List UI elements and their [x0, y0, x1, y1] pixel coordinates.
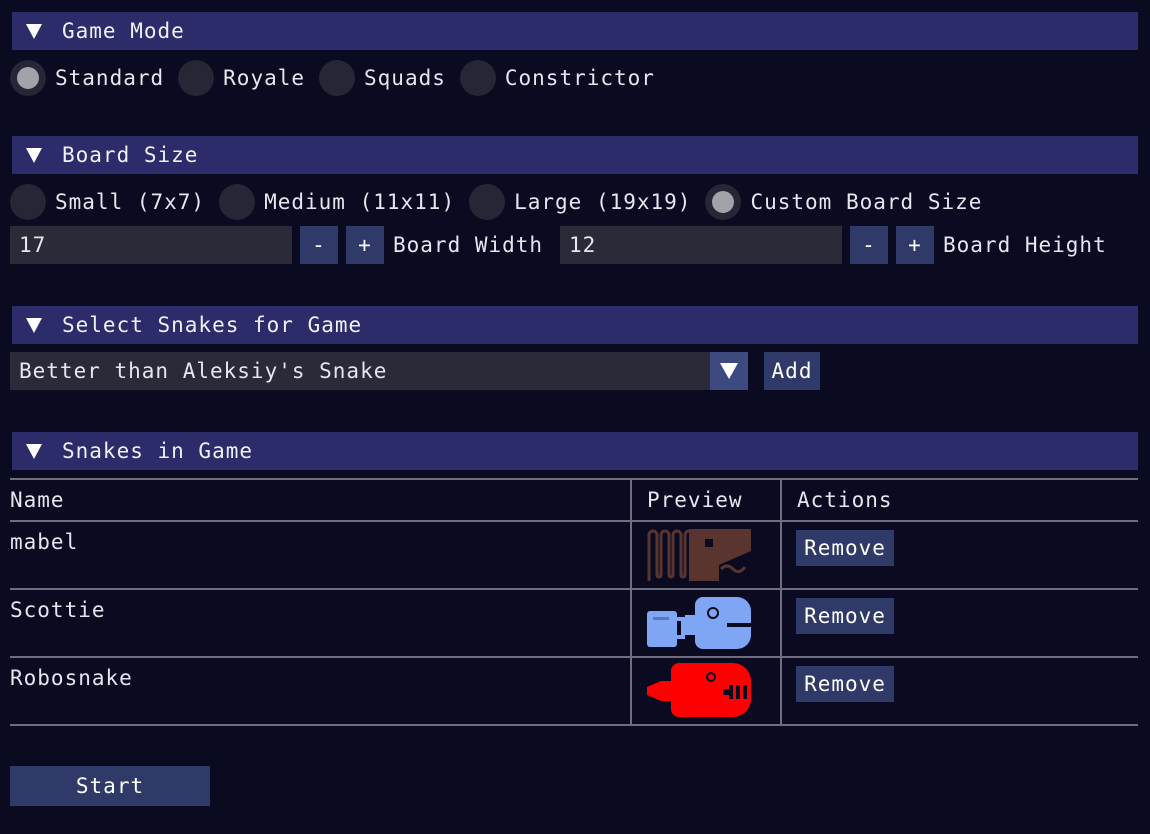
radio-empty-icon [319, 60, 356, 96]
column-header-preview: Preview [647, 488, 743, 512]
dropdown-arrow-button[interactable] [710, 352, 748, 390]
snake-name: Robosnake [10, 666, 133, 690]
snake-name: mabel [10, 530, 79, 554]
remove-button[interactable]: Remove [796, 530, 894, 566]
radio-constrictor[interactable]: Constrictor [459, 60, 655, 96]
table-border [10, 724, 1138, 726]
radio-squads[interactable]: Squads [319, 60, 446, 96]
table-border [780, 478, 782, 726]
radio-standard[interactable]: Standard [10, 60, 164, 96]
table-border [10, 656, 1138, 658]
snake-preview-mabel [647, 529, 751, 581]
board-height-decrement-button[interactable]: - [850, 226, 888, 264]
snakes-in-game-title: Snakes in Game [62, 439, 254, 463]
select-snakes-title: Select Snakes for Game [62, 313, 363, 337]
radio-label: Constrictor [504, 66, 655, 90]
radio-label: Small (7x7) [55, 190, 206, 214]
radio-label: Large (19x19) [514, 190, 692, 214]
column-header-actions: Actions [797, 488, 893, 512]
radio-label: Squads [364, 66, 446, 90]
snake-preview-scottie [647, 597, 751, 649]
collapse-triangle-icon [26, 443, 42, 459]
radio-empty-icon [219, 184, 256, 220]
select-snakes-header[interactable]: Select Snakes for Game [12, 306, 1138, 344]
radio-empty-icon [178, 60, 215, 96]
radio-medium[interactable]: Medium (11x11) [219, 184, 455, 220]
remove-button[interactable]: Remove [796, 666, 894, 702]
column-header-name: Name [10, 488, 65, 512]
snake-name: Scottie [10, 598, 106, 622]
radio-label: Royale [223, 66, 306, 90]
table-border [630, 478, 632, 726]
table-border [10, 520, 1138, 522]
radio-royale[interactable]: Royale [178, 60, 305, 96]
collapse-triangle-icon [26, 317, 42, 333]
board-height-input[interactable]: 12 [560, 226, 842, 264]
board-size-header[interactable]: Board Size [12, 136, 1138, 174]
add-snake-button[interactable]: Add [764, 352, 820, 390]
radio-empty-icon [10, 184, 46, 220]
board-height-label: Board Height [943, 233, 1107, 257]
collapse-triangle-icon [26, 147, 42, 163]
snake-select-dropdown[interactable]: Better than Aleksiy's Snake [10, 352, 710, 390]
table-border [10, 478, 1138, 480]
game-mode-header[interactable]: Game Mode [12, 12, 1138, 50]
radio-custom[interactable]: Custom Board Size [705, 184, 982, 220]
table-border [10, 588, 1138, 590]
snakes-in-game-header[interactable]: Snakes in Game [12, 432, 1138, 470]
board-width-increment-button[interactable]: + [346, 226, 384, 264]
board-width-label: Board Width [393, 233, 544, 257]
snake-game-setup: Game Mode Standard Royale Squads Constri… [0, 0, 1150, 834]
radio-empty-icon [469, 184, 506, 220]
collapse-triangle-icon [26, 23, 42, 39]
radio-label: Standard [55, 66, 165, 90]
radio-large[interactable]: Large (19x19) [469, 184, 691, 220]
radio-label: Medium (11x11) [264, 190, 456, 214]
game-mode-options: Standard Royale Squads Constrictor [10, 59, 669, 97]
board-width-decrement-button[interactable]: - [300, 226, 338, 264]
radio-selected-icon [705, 184, 742, 220]
game-mode-title: Game Mode [62, 19, 185, 43]
radio-empty-icon [459, 60, 496, 96]
snake-preview-robosnake [647, 663, 751, 717]
radio-small[interactable]: Small (7x7) [10, 184, 205, 220]
board-width-input[interactable]: 17 [10, 226, 292, 264]
chevron-down-icon [720, 363, 738, 379]
board-size-options: Small (7x7) Medium (11x11) Large (19x19)… [10, 183, 996, 221]
start-button[interactable]: Start [10, 766, 210, 806]
board-height-increment-button[interactable]: + [896, 226, 934, 264]
radio-label: Custom Board Size [750, 190, 983, 214]
remove-button[interactable]: Remove [796, 598, 894, 634]
board-size-title: Board Size [62, 143, 199, 167]
radio-selected-icon [10, 60, 46, 96]
